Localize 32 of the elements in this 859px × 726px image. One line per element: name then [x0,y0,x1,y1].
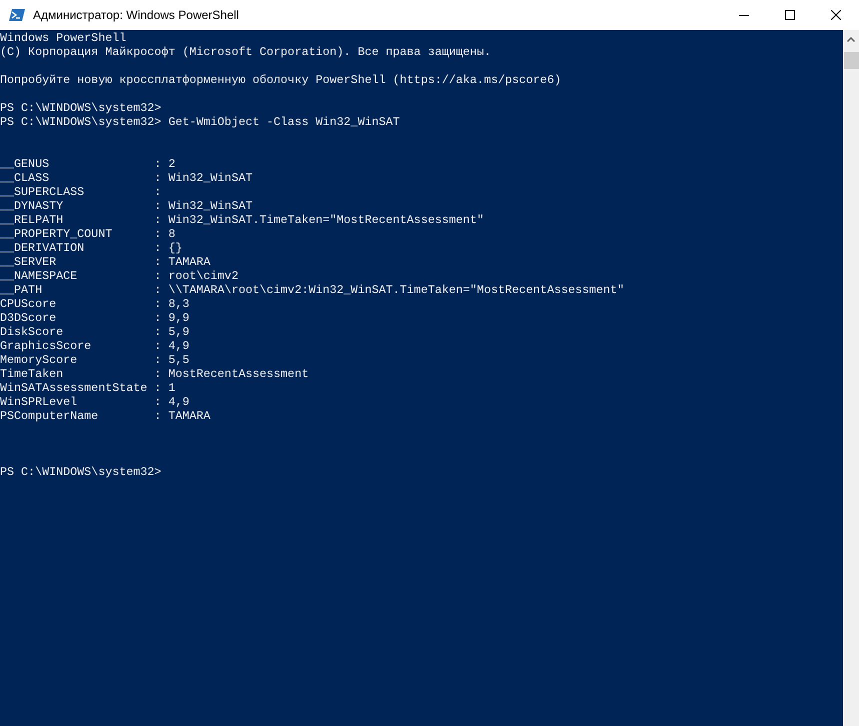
console-line: Попробуйте новую кроссплатформенную оболочку PowerShell (https://aka.ms/pscore6) [0,73,562,87]
console-line: __SERVER : TAMARA [0,255,210,269]
console-line: __PATH : \\TAMARA\root\cimv2:Win32_WinSAT.TimeTaken="MostRecentAssessment" [0,283,624,297]
console-line: PSComputerName : TAMARA [0,409,210,423]
console-line: Windows PowerShell [0,31,126,45]
console-line: __NAMESPACE : root\cimv2 [0,269,238,283]
console-line: __DERIVATION : {} [0,241,182,255]
console-line: PS C:\WINDOWS\system32> [0,465,162,479]
maximize-icon [785,10,795,20]
scroll-thumb[interactable] [844,52,858,69]
console-line: PS C:\WINDOWS\system32> [0,101,162,115]
console-line: PS C:\WINDOWS\system32> Get-WmiObject -Class Win32_WinSAT [0,115,400,129]
console-line: D3DScore : 9,9 [0,311,190,325]
console-line: __GENUS : 2 [0,157,176,171]
console-line: DiskScore : 5,9 [0,325,190,339]
console-line: __PROPERTY_COUNT : 8 [0,227,176,241]
powershell-icon [9,9,25,21]
console-line: MemoryScore : 5,5 [0,353,190,367]
console-line: CPUScore : 8,3 [0,297,190,311]
console-line: __CLASS : Win32_WinSAT [0,171,252,185]
scroll-up-icon[interactable] [847,37,855,42]
console-line: (C) Корпорация Майкрософт (Microsoft Corporation). Все права защищены. [0,45,491,59]
console-line: __DYNASTY : Win32_WinSAT [0,199,252,213]
close-icon [831,10,841,20]
scrollbar[interactable] [843,30,859,726]
console-line: __SUPERCLASS : [0,185,162,199]
console-line: __RELPATH : Win32_WinSAT.TimeTaken="MostRecentAssessment" [0,213,484,227]
console-line: WinSPRLevel : 4,9 [0,395,190,409]
console-line: GraphicsScore : 4,9 [0,339,190,353]
console-line: WinSATAssessmentState : 1 [0,381,176,395]
window-title: Администратор: Windows PowerShell [33,7,239,24]
console-line: TimeTaken : MostRecentAssessment [0,367,309,381]
